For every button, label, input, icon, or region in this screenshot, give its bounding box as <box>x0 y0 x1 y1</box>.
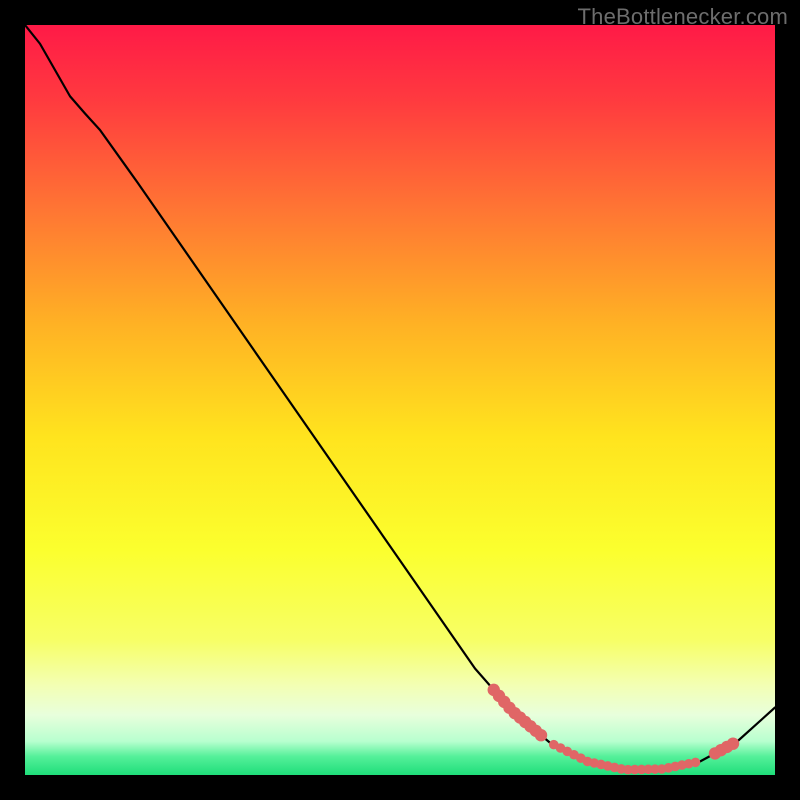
bottleneck-chart <box>25 25 775 775</box>
highlight-dot <box>727 737 739 749</box>
highlight-dot <box>691 758 701 768</box>
highlight-dot <box>535 729 547 741</box>
chart-frame: TheBottlenecker.com <box>0 0 800 800</box>
chart-background <box>25 25 775 775</box>
watermark-text: TheBottlenecker.com <box>578 4 788 30</box>
